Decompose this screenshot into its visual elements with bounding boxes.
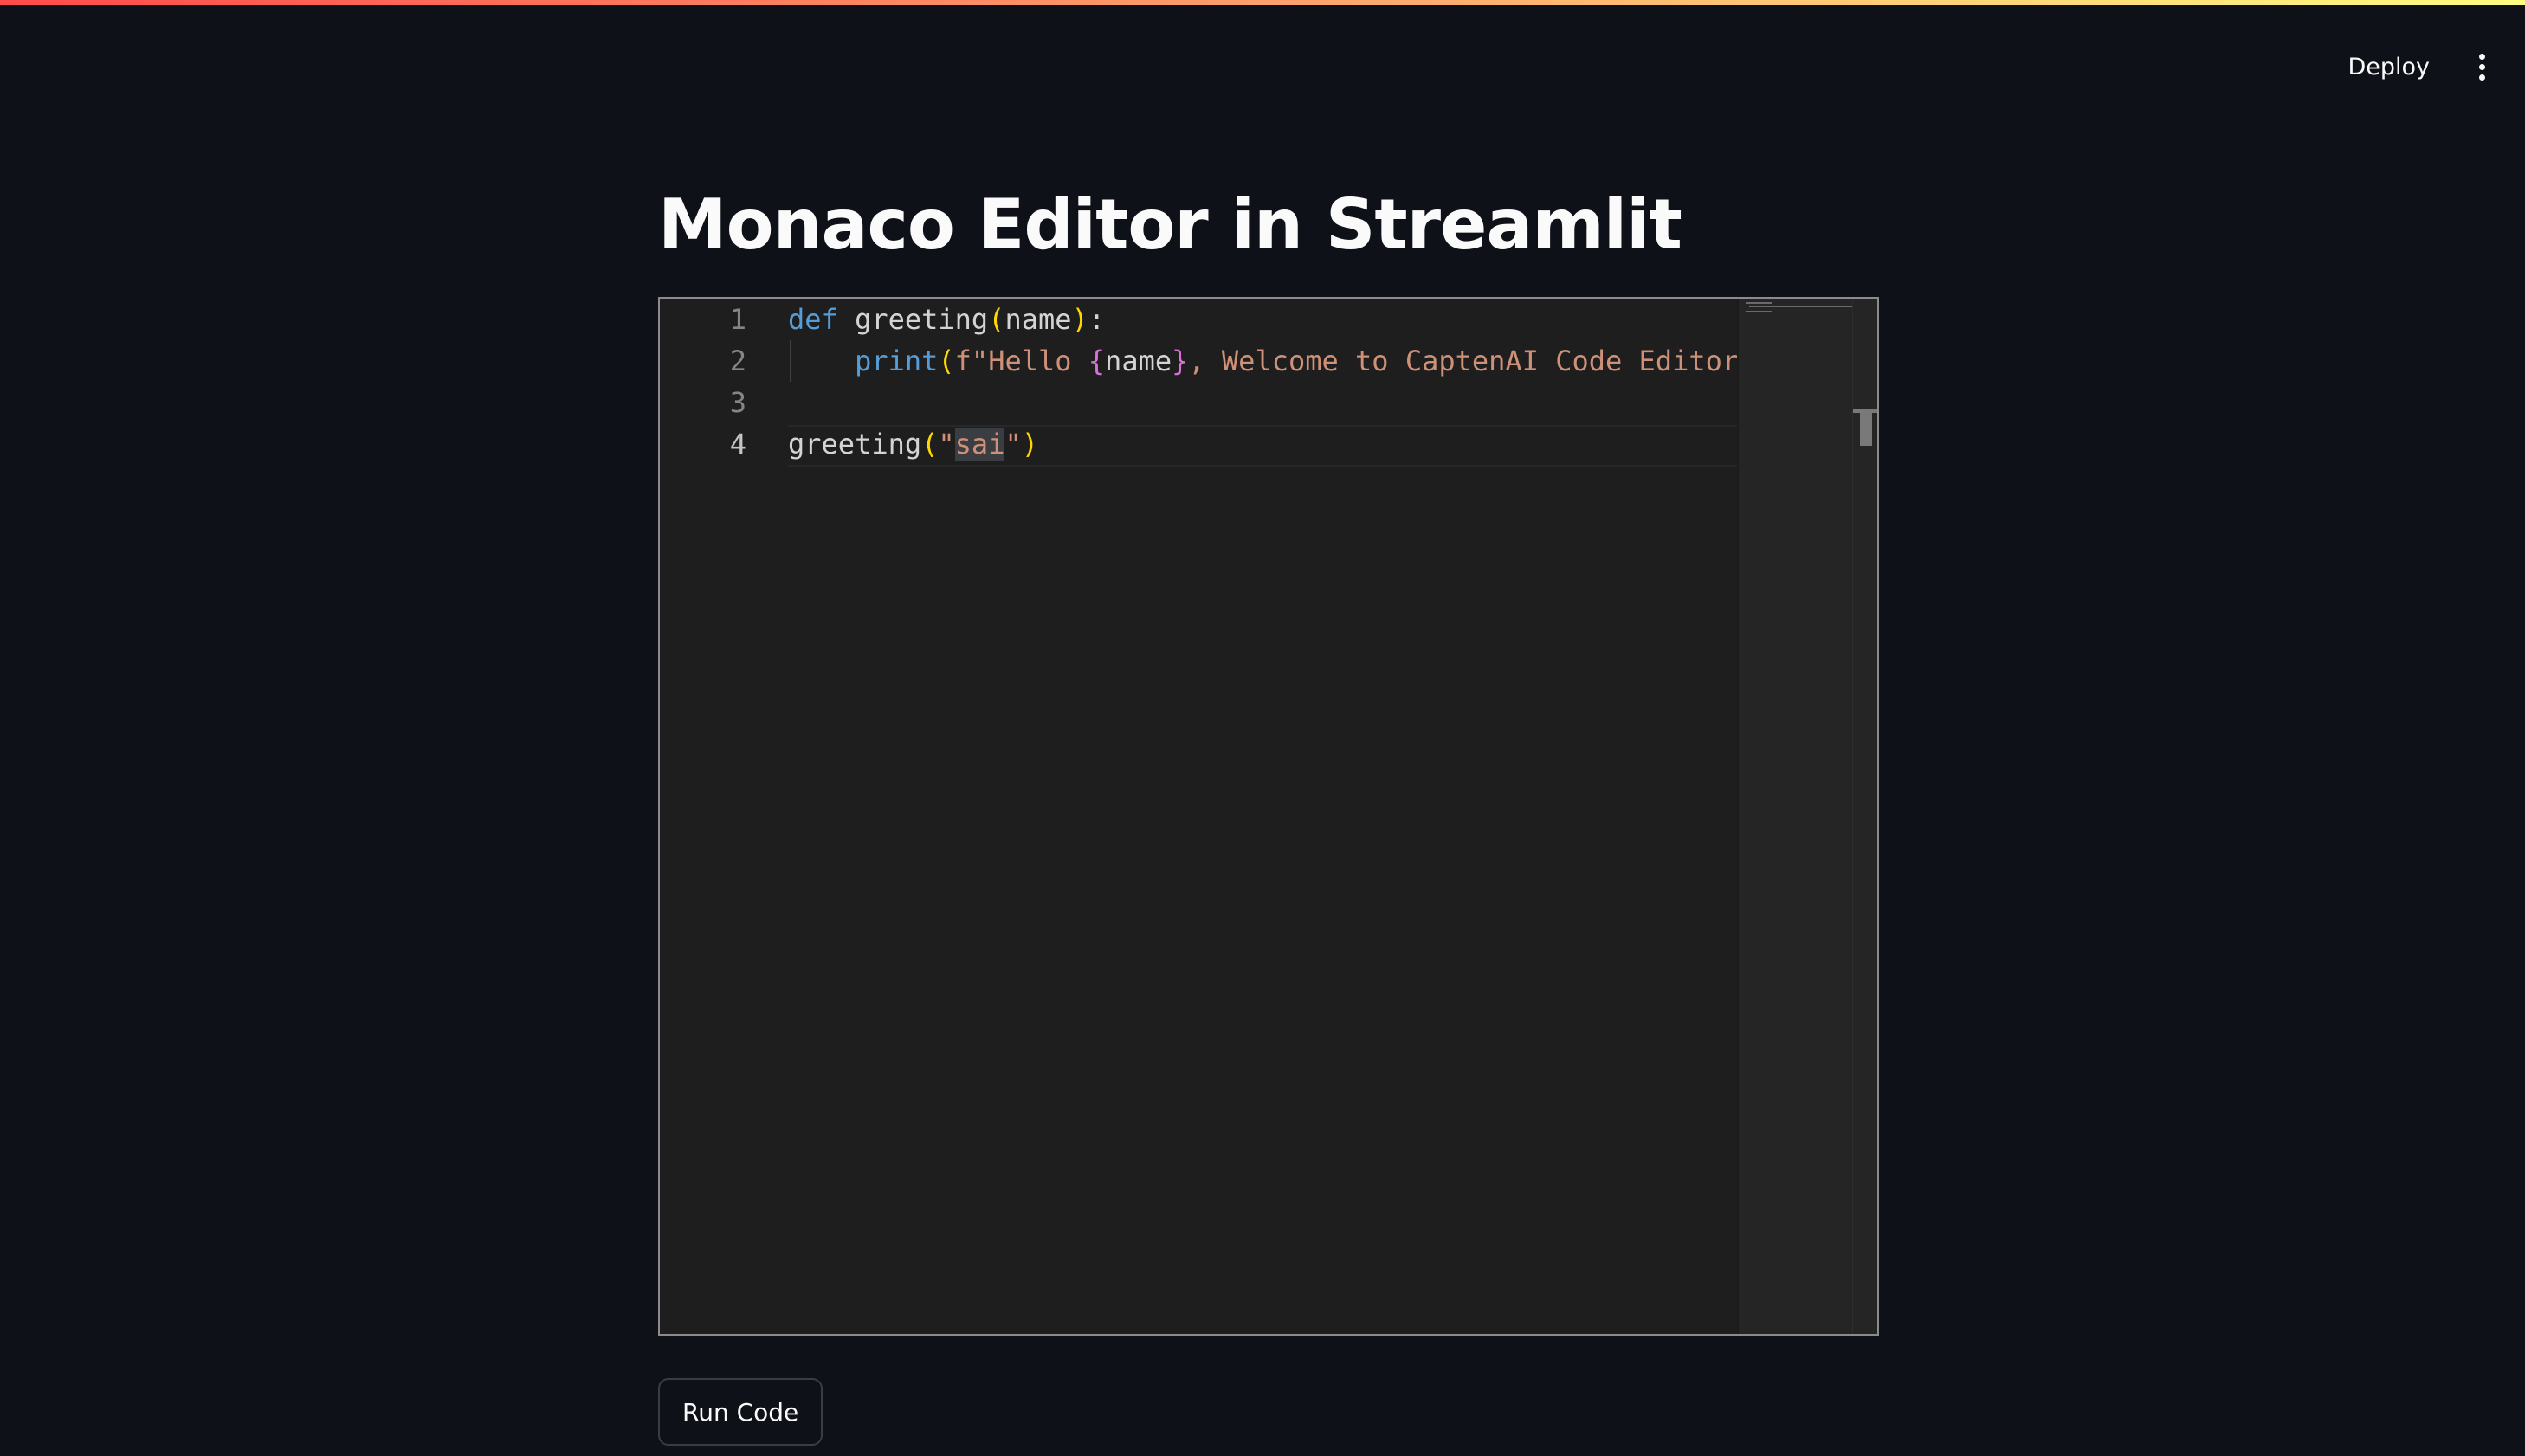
code-token: def bbox=[788, 303, 838, 336]
code-token: greeting bbox=[788, 428, 922, 461]
code-token: } bbox=[1172, 345, 1189, 377]
code-token: ) bbox=[1071, 303, 1088, 336]
minimap[interactable] bbox=[1737, 299, 1877, 1334]
run-code-button[interactable]: Run Code bbox=[658, 1378, 823, 1446]
code-token: name bbox=[1105, 345, 1172, 377]
line-number-active: 4 bbox=[729, 428, 746, 461]
line-number: 2 bbox=[729, 345, 746, 377]
code-line[interactable]: def greeting(name): bbox=[788, 299, 1105, 340]
minimap-line bbox=[1749, 306, 1853, 307]
code-token: : bbox=[1088, 303, 1106, 336]
vertical-scrollbar[interactable] bbox=[1852, 299, 1877, 1334]
scrollbar-thumb[interactable] bbox=[1860, 409, 1872, 446]
code-token: print bbox=[855, 345, 939, 377]
line-number: 1 bbox=[729, 303, 746, 336]
code-token: name bbox=[1004, 303, 1072, 336]
line-number-gutter: 1 2 3 4 bbox=[660, 299, 788, 1334]
code-token: ( bbox=[921, 428, 939, 461]
code-token: " bbox=[1004, 428, 1022, 461]
code-token: " bbox=[938, 428, 955, 461]
code-token: { bbox=[1088, 345, 1106, 377]
code-token: ) bbox=[1021, 428, 1038, 461]
top-decoration-bar bbox=[0, 0, 2525, 5]
code-token: ( bbox=[938, 345, 955, 377]
code-token: f"Hello bbox=[954, 345, 1088, 377]
code-token: greeting bbox=[837, 303, 989, 336]
code-token: sai bbox=[954, 428, 1005, 461]
line-number: 3 bbox=[729, 386, 746, 419]
code-text-area[interactable]: def greeting(name): print(f"Hello {name}… bbox=[788, 299, 1867, 1334]
minimap-line bbox=[1746, 302, 1772, 304]
code-token: ( bbox=[988, 303, 1005, 336]
code-line[interactable]: greeting("sai") bbox=[788, 423, 1038, 465]
vertical-ellipsis-icon[interactable] bbox=[2464, 50, 2499, 85]
deploy-button[interactable]: Deploy bbox=[2339, 48, 2438, 86]
header-toolbar: Deploy bbox=[2339, 48, 2499, 86]
indent-guide bbox=[790, 340, 791, 382]
code-token: , Welcome to CaptenAI Code Editor bbox=[1188, 345, 1740, 377]
code-line[interactable]: print(f"Hello {name}, Welcome to CaptenA… bbox=[788, 340, 1739, 382]
code-editor[interactable]: 1 2 3 4 def greeting(name): print(f"Hell… bbox=[658, 297, 1879, 1336]
page-title: Monaco Editor in Streamlit bbox=[658, 184, 1682, 265]
minimap-line bbox=[1746, 311, 1772, 312]
